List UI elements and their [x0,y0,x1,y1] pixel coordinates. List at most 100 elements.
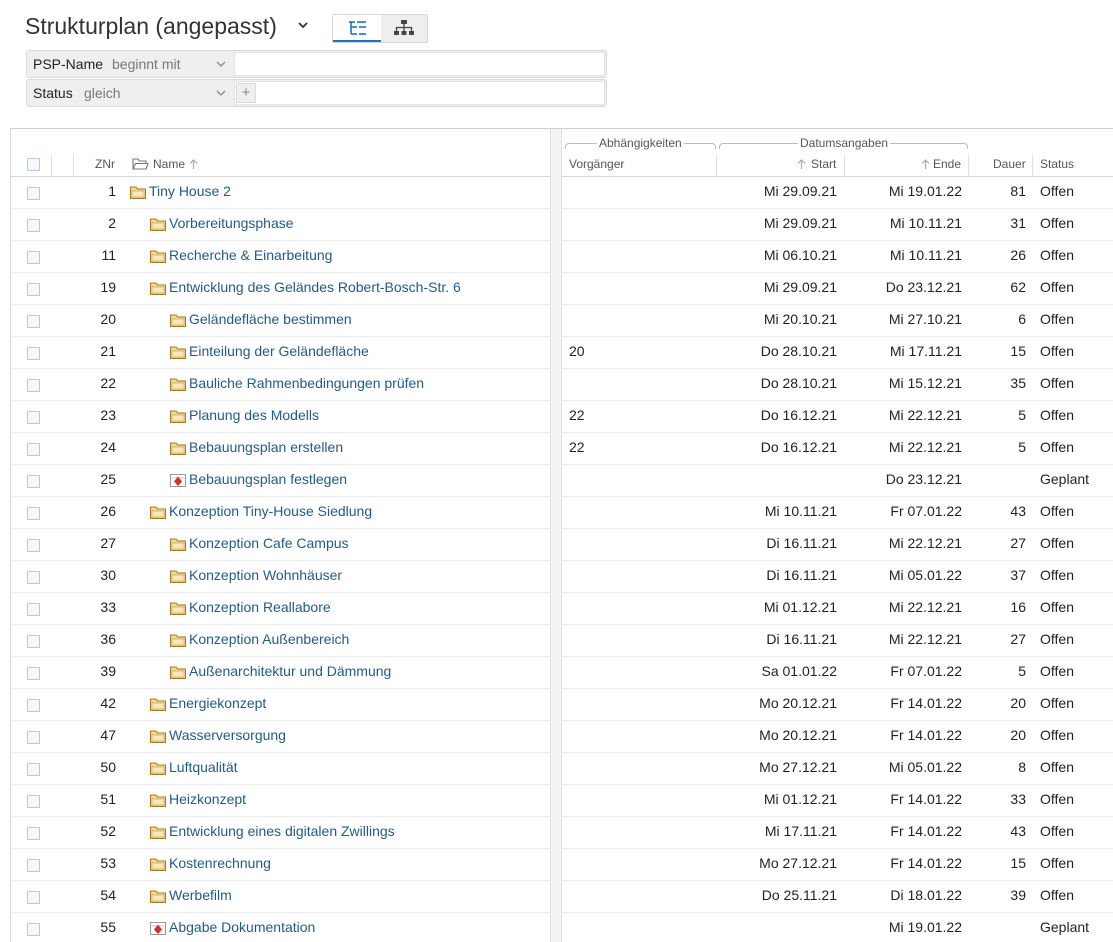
row-checkbox[interactable] [27,635,40,648]
row-checkbox[interactable] [27,859,40,872]
table-row[interactable]: 39 Außenarchitektur und Dämmung Sa 01.01.2… [11,657,1113,689]
row-name-link[interactable]: Bauliche Rahmenbedingungen prüfen [189,375,424,391]
column-header-start[interactable]: Start [811,157,836,171]
row-name-link[interactable]: Konzeption Reallabore [189,599,331,615]
row-name-link[interactable]: Luftqualität [169,759,238,775]
row-checkbox[interactable] [27,827,40,840]
row-checkbox[interactable] [27,251,40,264]
row-name-link[interactable]: Tiny House 2 [149,183,231,199]
table-row[interactable]: 1 Tiny House 2 Mi 29.09.21 Mi 19.01.22 81 Off… [11,177,1113,209]
table-row[interactable]: 51 Heizkonzept Mi 01.12.21 Fr 14.01.22 33 Off… [11,785,1113,817]
row-checkbox[interactable] [27,507,40,520]
chevron-down-icon[interactable] [215,58,227,70]
view-tree-button[interactable] [333,15,381,42]
row-checkbox[interactable] [27,795,40,808]
column-header-vorgaenger[interactable]: Vorgänger [569,157,624,171]
row-checkbox[interactable] [27,891,40,904]
row-checkbox[interactable] [27,731,40,744]
row-status: Offen [1040,791,1074,807]
row-name-link[interactable]: Heizkonzept [169,791,246,807]
table-row[interactable]: 47 Wasserversorgung Mo 20.12.21 Fr 14.01.22… [11,721,1113,753]
chevron-down-icon[interactable] [215,87,227,99]
table-row[interactable]: 50 Luftqualität Mo 27.12.21 Mi 05.01.22 8 Off… [11,753,1113,785]
column-header-status[interactable]: Status [1040,157,1074,171]
filter-value-input[interactable] [234,52,605,76]
row-name-link[interactable]: Konzeption Wohnhäuser [189,567,342,583]
table-row[interactable]: 19 Entwicklung des Geländes Robert-Bosch-… [11,273,1113,305]
row-checkbox[interactable] [27,763,40,776]
row-status: Offen [1040,215,1074,231]
row-checkbox[interactable] [27,219,40,232]
chevron-down-icon[interactable] [296,18,310,32]
row-name-link[interactable]: Kostenrechnung [169,855,271,871]
table-row[interactable]: 25 Bebauungsplan festlegen Do 23.12.21 Gepl… [11,465,1113,497]
row-status: Offen [1040,759,1074,775]
milestone-icon [170,474,186,487]
view-org-button[interactable] [381,15,427,42]
table-row[interactable]: 52 Entwicklung eines digitalen Zwillings M… [11,817,1113,849]
folder-icon [150,698,166,711]
table-row[interactable]: 42 Energiekonzept Mo 20.12.21 Fr 14.01.22 20… [11,689,1113,721]
row-name-link[interactable]: Einteilung der Geländefläche [189,343,369,359]
table-row[interactable]: 20 Geländefläche bestimmen Mi 20.10.21 Mi 2… [11,305,1113,337]
filter-value-input[interactable] [234,81,605,105]
row-ende: Do 23.12.21 [885,279,962,295]
row-name-link[interactable]: Energiekonzept [169,695,266,711]
table-row[interactable]: 30 Konzeption Wohnhäuser Di 16.11.21 Mi 05.… [11,561,1113,593]
add-value-button[interactable]: + [236,83,256,103]
row-checkbox[interactable] [27,187,40,200]
column-header-dauer[interactable]: Dauer [993,157,1026,171]
row-name-link[interactable]: Entwicklung des Geländes Robert-Bosch-St… [169,279,461,295]
filter-operator[interactable]: beginnt mit [112,56,180,72]
row-checkbox[interactable] [27,411,40,424]
row-name-link[interactable]: Bebauungsplan festlegen [189,471,347,487]
row-status: Offen [1040,503,1074,519]
table-row[interactable]: 24 Bebauungsplan erstellen 22 Do 16.12.21 Mi… [11,433,1113,465]
row-checkbox[interactable] [27,347,40,360]
table-row[interactable]: 26 Konzeption Tiny-House Siedlung Mi 10.11… [11,497,1113,529]
column-header-ende[interactable]: Ende [933,157,961,171]
row-name-link[interactable]: Bebauungsplan erstellen [189,439,343,455]
row-dauer: 20 [1010,695,1026,711]
table-row[interactable]: 53 Kostenrechnung Mo 27.12.21 Fr 14.01.22 15… [11,849,1113,881]
table-row[interactable]: 21 Einteilung der Geländefläche 20 Do 28.10… [11,337,1113,369]
row-name-link[interactable]: Abgabe Dokumentation [169,919,315,935]
filter-operator[interactable]: gleich [84,85,121,101]
row-checkbox[interactable] [27,475,40,488]
row-name-link[interactable]: Wasserversorgung [169,727,286,743]
column-header-znr[interactable]: ZNr [95,157,115,171]
table-row[interactable]: 36 Konzeption Außenbereich Di 16.11.21 Mi 2… [11,625,1113,657]
row-checkbox[interactable] [27,283,40,296]
table-row[interactable]: 2 Vorbereitungsphase Mi 29.09.21 Mi 10.11.2… [11,209,1113,241]
row-checkbox[interactable] [27,571,40,584]
row-name-link[interactable]: Geländefläche bestimmen [189,311,352,327]
table-row[interactable]: 33 Konzeption Reallabore Mi 01.12.21 Mi 22.… [11,593,1113,625]
select-all-checkbox[interactable] [27,158,40,171]
pane-splitter[interactable] [550,129,562,942]
row-name-link[interactable]: Außenarchitektur und Dämmung [189,663,391,679]
table-row[interactable]: 11 Recherche & Einarbeitung Mi 06.10.21 Mi … [11,241,1113,273]
row-checkbox[interactable] [27,443,40,456]
row-checkbox[interactable] [27,923,40,936]
row-name-link[interactable]: Recherche & Einarbeitung [169,247,332,263]
row-checkbox[interactable] [27,315,40,328]
row-name-link[interactable]: Konzeption Außenbereich [189,631,349,647]
row-checkbox[interactable] [27,379,40,392]
table-row[interactable]: 27 Konzeption Cafe Campus Di 16.11.21 Mi 22… [11,529,1113,561]
table-row[interactable]: 23 Planung des Modells 22 Do 16.12.21 Mi 22.… [11,401,1113,433]
column-header-name[interactable]: Name [153,157,185,171]
row-name-link[interactable]: Konzeption Tiny-House Siedlung [169,503,372,519]
row-checkbox[interactable] [27,539,40,552]
row-checkbox[interactable] [27,667,40,680]
table-row[interactable]: 22 Bauliche Rahmenbedingungen prüfen Do 28… [11,369,1113,401]
row-name-link[interactable]: Werbefilm [169,887,232,903]
row-name-link[interactable]: Planung des Modells [189,407,319,423]
table-row[interactable]: 55 Abgabe Dokumentation Mi 19.01.22 Geplant [11,913,1113,942]
row-checkbox[interactable] [27,603,40,616]
row-checkbox[interactable] [27,699,40,712]
table-row[interactable]: 54 Werbefilm Do 25.11.21 Di 18.01.22 39 Offen [11,881,1113,913]
row-znr: 20 [100,311,116,327]
row-name-link[interactable]: Vorbereitungsphase [169,215,294,231]
row-name-link[interactable]: Entwicklung eines digitalen Zwillings [169,823,395,839]
row-name-link[interactable]: Konzeption Cafe Campus [189,535,349,551]
